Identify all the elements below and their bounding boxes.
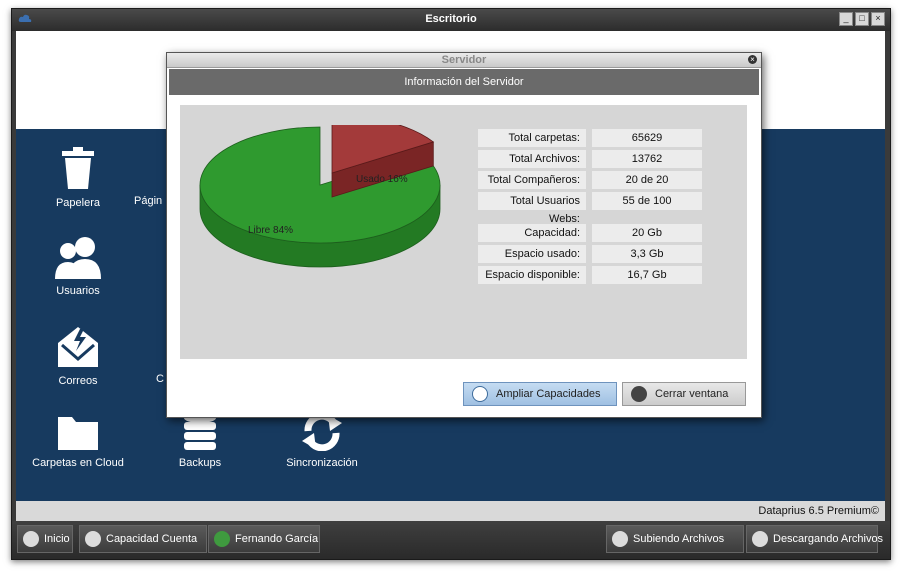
inicio-button[interactable]: Inicio: [17, 525, 73, 553]
pie-label-usado: Usado 16%: [356, 174, 408, 185]
minimize-button[interactable]: _: [839, 12, 853, 26]
storage-value: 20 Gb: [592, 224, 702, 242]
folder-icon: [58, 417, 98, 450]
desktop-icon-label: Sincronización: [286, 457, 358, 469]
stat-value: 13762: [592, 150, 702, 168]
storage-value: 3,3 Gb: [592, 245, 702, 263]
taskbar: Inicio Capacidad Cuenta Fernando García …: [12, 521, 890, 559]
storage-label: Capacidad:: [478, 224, 586, 242]
capacidad-cuenta-button[interactable]: Capacidad Cuenta: [79, 525, 207, 553]
desktop-icon-usuarios[interactable]: Usuarios: [28, 235, 128, 297]
descargando-archivos-button[interactable]: Descargando Archivos: [746, 525, 883, 553]
database-icon: [184, 413, 216, 450]
trash-icon: [62, 147, 94, 189]
menu-icon: [85, 531, 101, 547]
storage-value: 16,7 Gb: [592, 266, 702, 284]
storage-label: Espacio usado:: [478, 245, 586, 263]
desktop-icon-label: Papelera: [55, 197, 101, 209]
desktop-icon-label: Usuarios: [56, 285, 100, 297]
brand-bar: Dataprius 6.5 Premium©: [16, 501, 885, 521]
desktop-icon-label: Backups: [178, 457, 222, 469]
ampliar-capacidades-button[interactable]: Ampliar Capacidades: [463, 382, 617, 406]
desktop-icon-label: Carpetas en Cloud: [32, 457, 124, 469]
mail-icon: [58, 327, 98, 367]
usage-pie-chart: Usado 16% Libre 84%: [199, 125, 441, 268]
close-icon: [631, 386, 647, 402]
server-dialog: Servidor × Información del Servidor Usad…: [166, 52, 762, 418]
plus-icon: [472, 386, 488, 402]
window-title: Escritorio: [425, 13, 477, 25]
server-info-panel: Usado 16% Libre 84% Total carpetas: 65629…: [180, 105, 747, 359]
desktop-icon-papelera[interactable]: Papelera: [28, 147, 128, 209]
subiendo-archivos-button[interactable]: Subiendo Archivos: [606, 525, 744, 553]
dialog-title: Servidor: [441, 54, 487, 66]
cerrar-ventana-button[interactable]: Cerrar ventana: [622, 382, 746, 406]
user-icon: [214, 531, 230, 547]
upload-icon: [612, 531, 628, 547]
chevron-up-icon: [23, 531, 39, 547]
stat-label: Total Usuarios Webs:: [478, 192, 586, 225]
dialog-close-icon[interactable]: ×: [748, 55, 757, 64]
desktop-icon-label: Correos: [58, 375, 98, 387]
desktop-icon-label: Págin: [134, 195, 163, 207]
download-icon: [752, 531, 768, 547]
stat-label: Total Compañeros:: [478, 171, 586, 189]
sync-icon: [302, 413, 342, 451]
stat-value: 20 de 20: [592, 171, 702, 189]
desktop-icon-label: C: [156, 373, 164, 385]
desktop-icon-carpetas[interactable]: Carpetas en Cloud: [28, 413, 128, 469]
maximize-button[interactable]: □: [855, 12, 869, 26]
stat-label: Total carpetas:: [478, 129, 586, 147]
stat-value: 55 de 100: [592, 192, 702, 210]
dialog-header: Información del Servidor: [169, 69, 759, 95]
desktop-icon-correos[interactable]: Correos: [28, 323, 128, 387]
close-button[interactable]: ×: [871, 12, 885, 26]
desktop-icon-backups[interactable]: Backups: [150, 413, 250, 469]
brand-label: Dataprius 6.5 Premium©: [758, 505, 879, 517]
storage-label: Espacio disponible:: [478, 266, 586, 284]
stat-label: Total Archivos:: [478, 150, 586, 168]
stat-value: 65629: [592, 129, 702, 147]
dialog-title-bar[interactable]: Servidor ×: [167, 53, 761, 68]
desktop-icon-sincronizacion[interactable]: Sincronización: [272, 413, 372, 469]
title-bar[interactable]: Escritorio _ □ ×: [12, 9, 890, 31]
pie-label-libre: Libre 84%: [248, 225, 293, 236]
user-button[interactable]: Fernando García: [208, 525, 320, 553]
users-icon: [55, 237, 101, 279]
